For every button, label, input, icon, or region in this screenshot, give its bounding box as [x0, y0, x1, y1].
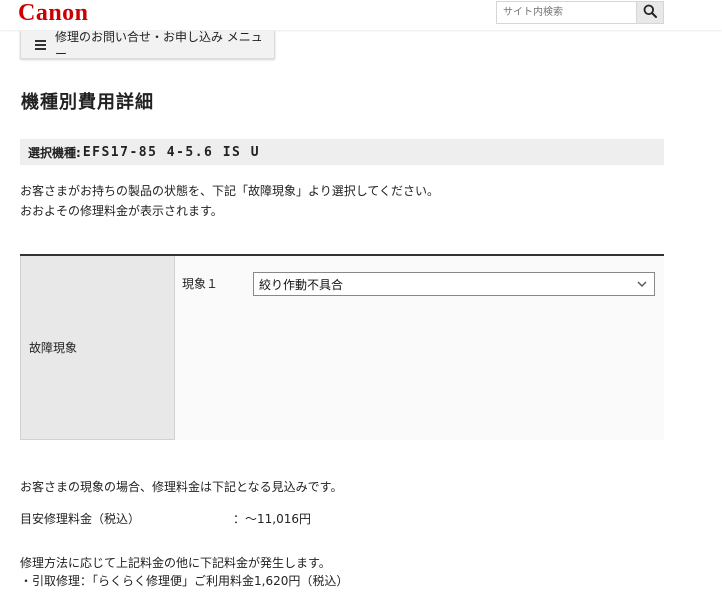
selected-model-name: EFS17-85 4-5.6 IS U	[82, 144, 261, 160]
intro-line-2: おおよその修理料金が表示されます。	[20, 204, 223, 218]
intro-text: お客さまがお持ちの製品の状態を、下記「故障現象」より選択してください。 おおよそ…	[20, 181, 439, 221]
pickup-repair-fee-note: ・引取修理：「らくらく修理便」ご利用料金1,620円（税込）	[20, 574, 349, 588]
repair-menu-label: 修理のお問い合せ・お申し込み メニュー	[54, 29, 263, 61]
symptom-table-cell: 現象１ 絞り作動不具合	[175, 256, 664, 440]
site-header: Canon	[0, 0, 722, 30]
search-icon	[643, 3, 657, 22]
chevron-down-icon	[636, 278, 648, 290]
fee-value: ：～11,016円	[233, 512, 311, 526]
repair-menu-button[interactable]: 修理のお問い合せ・お申し込み メニュー	[20, 29, 275, 61]
symptom-1-selected-value: 絞り作動不具合	[259, 277, 344, 292]
selected-model-bar: 選択機種: EFS17-85 4-5.6 IS U	[20, 139, 664, 165]
fee-row: 目安修理料金（税込） ：～11,016円	[20, 510, 420, 526]
selected-model-label: 選択機種:	[28, 145, 81, 160]
additional-fee-note: 修理方法に応じて上記料金の他に下記料金が発生します。	[20, 556, 331, 570]
intro-line-1: お客さまがお持ちの製品の状態を、下記「故障現象」より選択してください。	[20, 184, 440, 198]
search-input[interactable]	[497, 2, 637, 23]
fee-label: 目安修理料金（税込）	[20, 512, 141, 526]
symptom-1-select[interactable]: 絞り作動不具合	[253, 272, 655, 296]
search-button[interactable]	[636, 2, 663, 23]
site-search	[496, 1, 664, 24]
estimate-text: お客さまの現象の場合、修理料金は下記となる見込みです。	[20, 480, 343, 494]
canon-logo[interactable]: Canon	[18, 0, 89, 26]
symptom-table-header: 故障現象	[20, 256, 175, 440]
symptom-table: 故障現象 現象１ 絞り作動不具合	[20, 254, 664, 440]
page-title: 機種別費用詳細	[21, 92, 154, 113]
hamburger-icon	[35, 40, 46, 50]
symptom-1-label: 現象１	[182, 277, 219, 291]
